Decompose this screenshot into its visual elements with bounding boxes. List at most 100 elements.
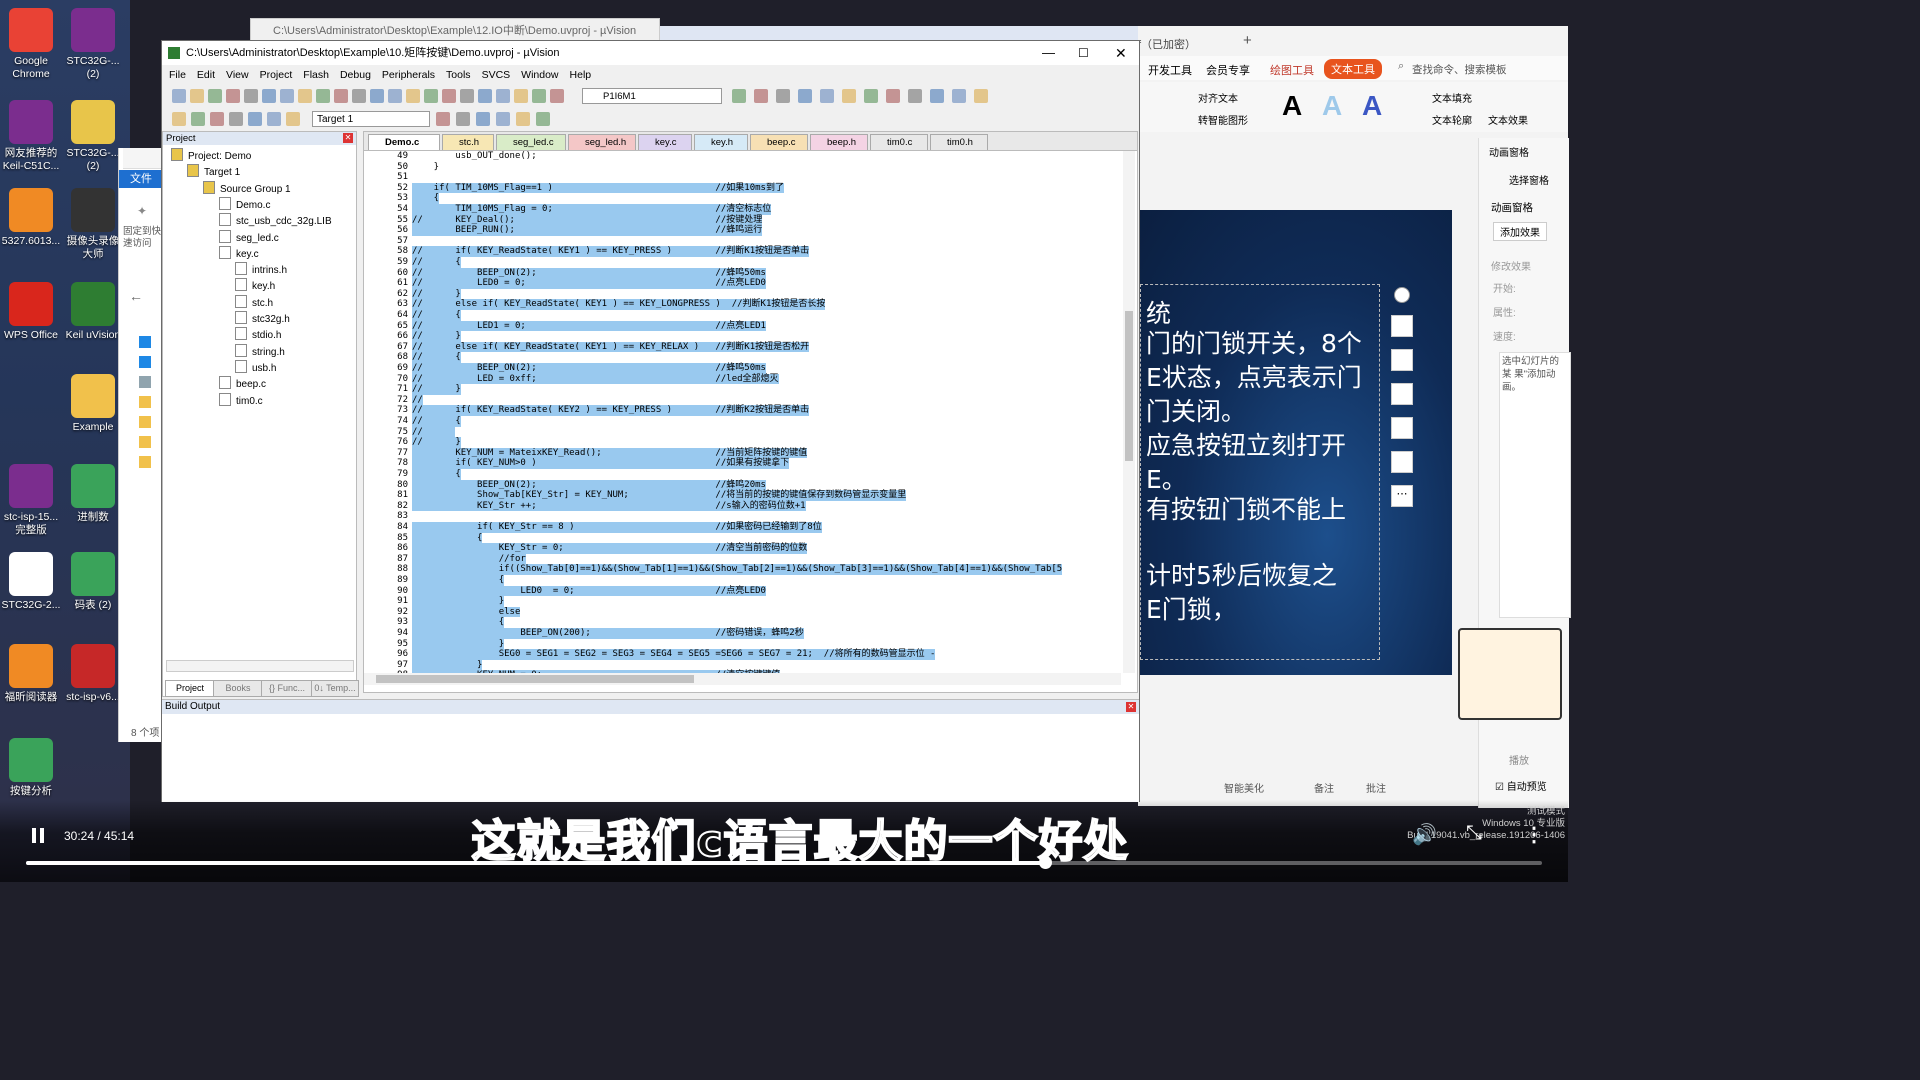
smart-beautify-button[interactable]: 智能美化 [1224, 780, 1264, 795]
panel-tab[interactable]: {} Func... [261, 680, 313, 697]
toolbar-button-icon[interactable] [496, 112, 510, 126]
toolbar-button-icon[interactable] [316, 89, 330, 103]
toolbar-button-icon[interactable] [172, 112, 186, 126]
desktop-icon[interactable]: Example [62, 374, 124, 434]
select-pane-button[interactable]: 选择窗格 [1509, 172, 1549, 187]
tree-node[interactable]: stc32g.h [235, 311, 290, 327]
code-line[interactable]: // } [412, 288, 461, 300]
toolbar-button-icon[interactable] [370, 89, 384, 103]
editor-tab[interactable]: stc.h [442, 134, 494, 150]
code-line[interactable]: // LED0 = 0; //点亮LED0 [412, 278, 766, 289]
toolbar-button-icon[interactable] [406, 89, 420, 103]
add-effect-button[interactable]: 添加效果 [1493, 222, 1547, 241]
menu-flash[interactable]: Flash [303, 69, 329, 81]
toolbar-button-icon[interactable] [456, 112, 470, 126]
toolbar-button-icon[interactable] [191, 112, 205, 126]
tree-node[interactable]: seg_led.c [219, 229, 279, 246]
menu-help[interactable]: Help [570, 69, 592, 81]
code-line[interactable]: SEG0 = SEG1 = SEG2 = SEG3 = SEG4 = SEG5 … [412, 649, 936, 660]
desktop-icon[interactable]: stc-isp-15... 完整版 [0, 464, 62, 537]
text-style-a-blue[interactable]: A [1362, 90, 1382, 122]
code-line[interactable]: // [412, 426, 456, 438]
comments-button[interactable]: 批注 [1366, 780, 1386, 795]
toolbar-button-icon[interactable] [886, 89, 900, 103]
auto-preview-checkbox[interactable]: ☑ 自动预览 [1495, 778, 1547, 793]
toolbar-button-icon[interactable] [226, 89, 240, 103]
search-icon[interactable]: ⌕ [1398, 60, 1404, 73]
toolbar-button-icon[interactable] [442, 89, 456, 103]
code-line[interactable]: BEEP_RUN(); //蜂鸣运行 [412, 225, 763, 236]
panel-hscroll[interactable] [166, 660, 354, 672]
toolbar-button-icon[interactable] [298, 89, 312, 103]
code-line[interactable]: { [412, 532, 483, 544]
toolbar-button-icon[interactable] [208, 89, 222, 103]
code-line[interactable]: // LED1 = 0; //点亮LED1 [412, 320, 766, 332]
desktop-icon[interactable]: STC32G-2... [0, 552, 62, 612]
code-line[interactable]: // { [412, 257, 461, 268]
desktop-icon[interactable]: 码表 (2) [62, 552, 124, 612]
tree-node[interactable]: Project: Demo [171, 148, 251, 164]
code-line[interactable]: // else if( KEY_ReadState( KEY1 ) == KEY… [412, 341, 810, 353]
toolbar-button-icon[interactable] [952, 89, 966, 103]
panel-tab[interactable]: 0↓ Temp... [311, 680, 359, 697]
desktop-icon[interactable]: Keil uVision [62, 282, 124, 342]
toolbar-button-icon[interactable] [820, 89, 834, 103]
toolbar-button-icon[interactable] [262, 89, 276, 103]
code-line[interactable]: BEEP_ON(200); //密码错误，蜂鸣2秒 [412, 628, 804, 639]
toolbar-button-icon[interactable] [732, 89, 746, 103]
tree-node[interactable]: Target 1 [187, 164, 240, 180]
device-combo[interactable]: P1I6M1 [582, 88, 722, 104]
code-line[interactable]: { [412, 575, 505, 586]
toolbar-button-icon[interactable] [908, 89, 922, 103]
minus-circle-icon[interactable] [1394, 287, 1410, 303]
tree-node[interactable]: stc_usb_cdc_32g.LIB [219, 213, 332, 229]
desktop-icon[interactable]: 福昕阅读器 [0, 644, 62, 704]
progress-knob[interactable] [1038, 856, 1052, 869]
toolbar-button-icon[interactable] [974, 89, 988, 103]
desktop-icon[interactable]: WPS Office [0, 282, 62, 342]
toolbar-button-icon[interactable] [550, 89, 564, 103]
tree-node[interactable]: intrins.h [235, 262, 287, 278]
text-fill-button[interactable]: 文本填充 [1432, 90, 1472, 105]
code-line[interactable]: //for [412, 553, 526, 565]
code-line[interactable]: // BEEP_ON(2); //蜂鸣50ms [412, 363, 766, 374]
toolbar-button-icon[interactable] [532, 89, 546, 103]
toolbar-button-icon[interactable] [210, 112, 224, 126]
toolbar-button-icon[interactable] [352, 89, 366, 103]
toolbar-button-icon[interactable] [460, 89, 474, 103]
tree-node[interactable]: key.h [235, 278, 275, 294]
tree-node[interactable]: Source Group 1 [203, 180, 291, 197]
editor-tab[interactable]: seg_led.c [496, 134, 566, 150]
toolbar-button-icon[interactable] [776, 89, 790, 103]
panel-tab[interactable]: Books [213, 680, 263, 697]
code-line[interactable]: } [412, 659, 483, 671]
toolbar-button-icon[interactable] [286, 112, 300, 126]
exit-fullscreen-icon[interactable]: ⤡ [1466, 822, 1482, 845]
toolbar-button-icon[interactable] [172, 89, 186, 103]
tree-node[interactable]: Demo.c [219, 196, 270, 213]
toolbar-button-icon[interactable] [190, 89, 204, 103]
shape-fill-icon[interactable] [1391, 383, 1413, 405]
new-tab-plus-icon[interactable]: + [1243, 32, 1252, 49]
text-style-a-black[interactable]: A [1282, 90, 1302, 122]
desktop-icon[interactable]: 网友推荐的 Keil-C51C... [0, 100, 62, 173]
target-combo[interactable]: Target 1 [312, 111, 430, 127]
code-line[interactable]: // } [412, 331, 461, 342]
wps-tab-title[interactable]: f（已加密） [1138, 36, 1196, 52]
wps-menu-member[interactable]: 会员专享 [1206, 62, 1250, 78]
code-line[interactable]: } [412, 162, 439, 173]
back-arrow-icon[interactable]: ← [129, 288, 143, 304]
code-line[interactable]: // else if( KEY_ReadState( KEY1 ) == KEY… [412, 299, 826, 310]
code-line[interactable]: KEY_Str ++; //s输入的密码位数+1 [412, 500, 806, 512]
code-line[interactable]: // if( KEY_ReadState( KEY2 ) == KEY_PRES… [412, 405, 810, 416]
wps-menu-draw[interactable]: 绘图工具 [1270, 62, 1314, 78]
code-line[interactable]: { [412, 469, 461, 480]
tree-node[interactable]: usb.h [235, 359, 276, 376]
layers-icon[interactable] [1391, 315, 1413, 337]
lightbulb-icon[interactable] [1391, 451, 1413, 473]
menu-debug[interactable]: Debug [340, 69, 371, 81]
toolbar-button-icon[interactable] [424, 89, 438, 103]
toolbar-button-icon[interactable] [754, 89, 768, 103]
code-line[interactable]: // [412, 394, 423, 406]
menu-file[interactable]: File [169, 69, 186, 81]
